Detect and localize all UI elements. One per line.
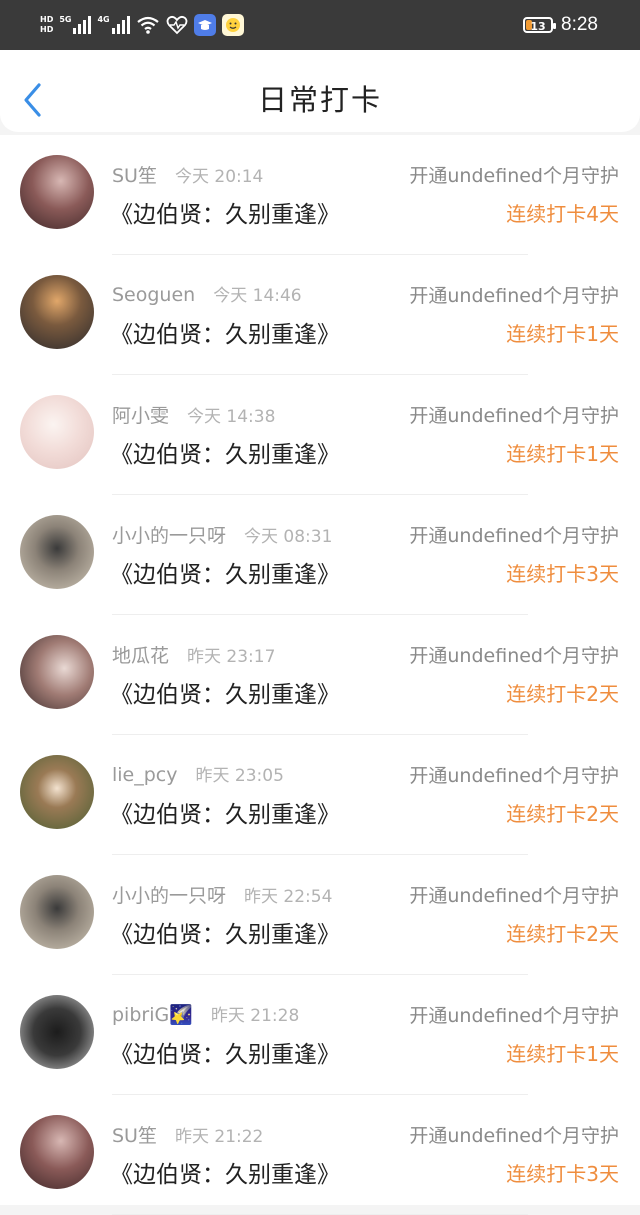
user-meta: lie_pcy 昨天 23:05 bbox=[112, 761, 284, 786]
book-title[interactable]: 《边伯贤：久别重逢》 bbox=[110, 1035, 340, 1069]
heart-monitor-icon bbox=[166, 15, 188, 35]
hd-label-2: HD bbox=[40, 25, 54, 34]
checkin-time: 昨天 21:28 bbox=[210, 1006, 300, 1026]
avatar[interactable] bbox=[20, 1115, 94, 1189]
guard-text: 开通undefined个月守护 bbox=[409, 285, 619, 307]
checkin-row[interactable]: SU笙 今天 20:14 《边伯贤：久别重逢》 开通undefined个月守护 连… bbox=[0, 135, 640, 255]
network-type-1: 5G bbox=[59, 15, 72, 24]
checkin-time: 今天 14:38 bbox=[187, 407, 276, 427]
username[interactable]: 小小的一只呀 bbox=[112, 885, 226, 907]
battery-icon: 13 bbox=[523, 17, 557, 33]
checkin-row[interactable]: pibriG🌠 昨天 21:28 《边伯贤：久别重逢》 开通undefined个月… bbox=[0, 975, 640, 1095]
network-type-2: 4G bbox=[97, 15, 110, 24]
guard-text: 开通undefined个月守护 bbox=[409, 885, 619, 907]
signal-2: 4G bbox=[97, 15, 130, 34]
smiley-app-icon bbox=[221, 14, 244, 36]
avatar[interactable] bbox=[20, 155, 94, 229]
streak-badge: 连续打卡2天 bbox=[506, 802, 619, 826]
streak-badge: 连续打卡3天 bbox=[506, 1162, 619, 1186]
hd-indicator: HD HD bbox=[40, 15, 53, 35]
user-meta: 阿小雯 今天 14:38 bbox=[112, 401, 275, 428]
avatar[interactable] bbox=[20, 395, 94, 469]
streak-badge: 连续打卡1天 bbox=[506, 1042, 619, 1066]
guard-text: 开通undefined个月守护 bbox=[409, 645, 619, 667]
checkin-time: 今天 20:14 bbox=[174, 167, 264, 187]
user-meta: pibriG🌠 昨天 21:28 bbox=[112, 1001, 299, 1026]
username[interactable]: 地瓜花 bbox=[112, 645, 169, 667]
book-title[interactable]: 《边伯贤：久别重逢》 bbox=[110, 675, 340, 709]
user-meta: SU笙 今天 20:14 bbox=[112, 161, 263, 188]
avatar[interactable] bbox=[20, 995, 94, 1069]
user-meta: 小小的一只呀 昨天 22:54 bbox=[112, 881, 332, 908]
status-bar: HD HD 5G 4G 13 8:28 bbox=[0, 0, 640, 50]
hd-label-1: HD bbox=[40, 15, 54, 24]
username[interactable]: 阿小雯 bbox=[112, 405, 169, 427]
guard-text: 开通undefined个月守护 bbox=[409, 1125, 619, 1147]
book-title[interactable]: 《边伯贤：久别重逢》 bbox=[110, 435, 340, 469]
streak-badge: 连续打卡1天 bbox=[506, 322, 619, 346]
avatar[interactable] bbox=[20, 755, 94, 829]
clock: 8:28 bbox=[561, 14, 598, 35]
username[interactable]: SU笙 bbox=[112, 1125, 157, 1147]
username[interactable]: Seoguen bbox=[112, 284, 195, 306]
username[interactable]: pibriG🌠 bbox=[112, 1004, 193, 1026]
checkin-time: 昨天 23:17 bbox=[187, 647, 276, 667]
page-title: 日常打卡 bbox=[257, 83, 382, 117]
checkin-row[interactable]: Seoguen 今天 14:46 《边伯贤：久别重逢》 开通undefined个月… bbox=[0, 255, 640, 375]
graduation-cap-app-icon bbox=[193, 14, 216, 36]
signal-1: 5G bbox=[59, 15, 92, 34]
guard-text: 开通undefined个月守护 bbox=[409, 1005, 619, 1027]
username[interactable]: lie_pcy bbox=[112, 764, 178, 786]
user-meta: SU笙 昨天 21:22 bbox=[112, 1121, 263, 1148]
streak-badge: 连续打卡4天 bbox=[506, 202, 619, 226]
streak-badge: 连续打卡1天 bbox=[506, 442, 619, 466]
checkin-time: 昨天 22:54 bbox=[244, 887, 333, 907]
streak-badge: 连续打卡2天 bbox=[506, 682, 619, 706]
guard-text: 开通undefined个月守护 bbox=[409, 525, 619, 547]
username[interactable]: SU笙 bbox=[112, 165, 157, 187]
avatar[interactable] bbox=[20, 635, 94, 709]
checkin-time: 今天 14:46 bbox=[213, 286, 302, 306]
book-title[interactable]: 《边伯贤：久别重逢》 bbox=[110, 315, 340, 349]
nav-bar: 日常打卡 bbox=[0, 50, 640, 132]
checkin-list: SU笙 今天 20:14 《边伯贤：久别重逢》 开通undefined个月守护 连… bbox=[0, 135, 640, 1215]
book-title[interactable]: 《边伯贤：久别重逢》 bbox=[110, 915, 340, 949]
status-left: HD HD 5G 4G bbox=[40, 12, 244, 38]
avatar[interactable] bbox=[20, 875, 94, 949]
status-right: 13 8:28 bbox=[523, 12, 598, 38]
user-meta: Seoguen 今天 14:46 bbox=[112, 281, 302, 306]
checkin-row[interactable]: lie_pcy 昨天 23:05 《边伯贤：久别重逢》 开通undefined个月… bbox=[0, 735, 640, 855]
user-meta: 地瓜花 昨天 23:17 bbox=[112, 641, 275, 668]
checkin-row[interactable]: 地瓜花 昨天 23:17 《边伯贤：久别重逢》 开通undefined个月守护 连… bbox=[0, 615, 640, 735]
avatar[interactable] bbox=[20, 515, 94, 589]
book-title[interactable]: 《边伯贤：久别重逢》 bbox=[110, 795, 340, 829]
wifi-icon bbox=[136, 16, 159, 34]
checkin-row[interactable]: SU笙 昨天 21:22 《边伯贤：久别重逢》 开通undefined个月守护 连… bbox=[0, 1095, 640, 1215]
avatar[interactable] bbox=[20, 275, 94, 349]
checkin-row[interactable]: 阿小雯 今天 14:38 《边伯贤：久别重逢》 开通undefined个月守护 连… bbox=[0, 375, 640, 495]
checkin-row[interactable]: 小小的一只呀 昨天 22:54 《边伯贤：久别重逢》 开通undefined个月守… bbox=[0, 855, 640, 975]
guard-text: 开通undefined个月守护 bbox=[409, 165, 619, 187]
signal-bars-icon bbox=[73, 16, 92, 34]
username[interactable]: 小小的一只呀 bbox=[112, 525, 226, 547]
guard-text: 开通undefined个月守护 bbox=[409, 405, 619, 427]
battery-level: 13 bbox=[530, 20, 546, 33]
checkin-time: 今天 08:31 bbox=[244, 527, 333, 547]
signal-bars-icon bbox=[111, 16, 130, 34]
user-meta: 小小的一只呀 今天 08:31 bbox=[112, 521, 332, 548]
streak-badge: 连续打卡3天 bbox=[506, 562, 619, 586]
book-title[interactable]: 《边伯贤：久别重逢》 bbox=[110, 555, 340, 589]
streak-badge: 连续打卡2天 bbox=[506, 922, 619, 946]
book-title[interactable]: 《边伯贤：久别重逢》 bbox=[110, 195, 340, 229]
guard-text: 开通undefined个月守护 bbox=[409, 765, 619, 787]
book-title[interactable]: 《边伯贤：久别重逢》 bbox=[110, 1155, 340, 1189]
checkin-row[interactable]: 小小的一只呀 今天 08:31 《边伯贤：久别重逢》 开通undefined个月守… bbox=[0, 495, 640, 615]
checkin-time: 昨天 21:22 bbox=[174, 1127, 264, 1147]
checkin-time: 昨天 23:05 bbox=[195, 766, 284, 786]
